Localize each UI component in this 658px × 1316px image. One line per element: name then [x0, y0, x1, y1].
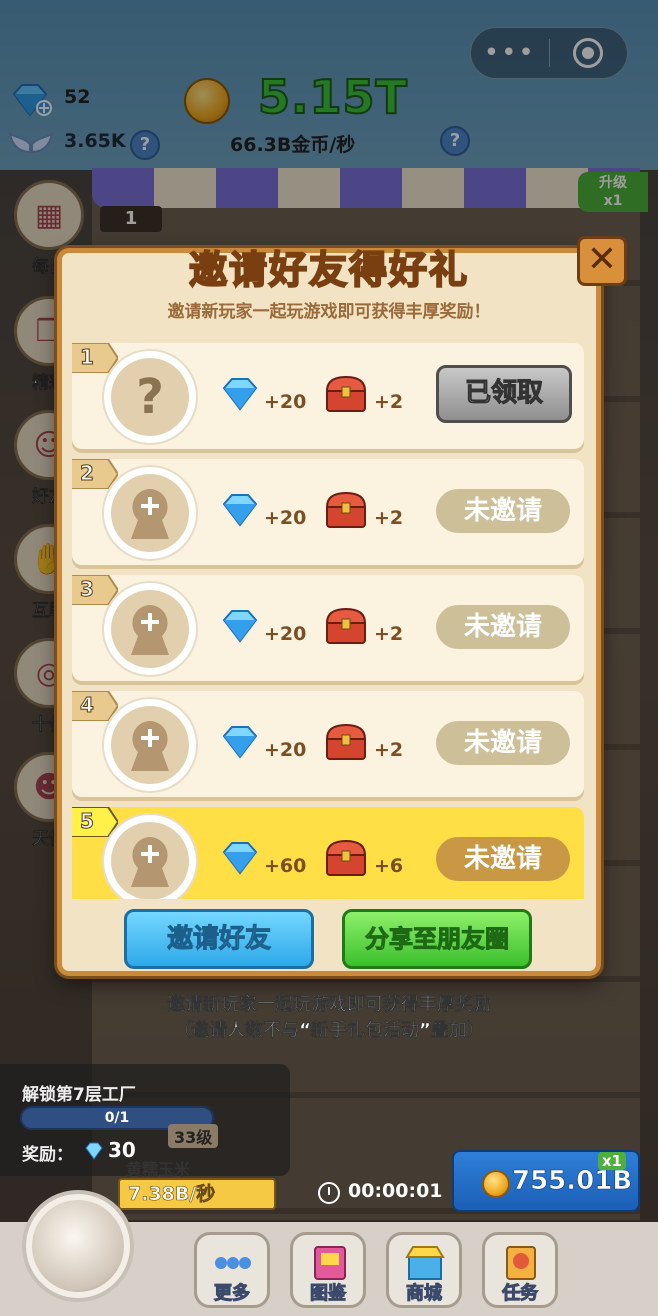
invite-friends-modal: 邀请好友得好礼 邀请新玩家一起玩游戏即可获得丰厚奖励！ 1 ? +20 +2 已…: [57, 247, 601, 976]
add-person-icon: [111, 474, 189, 552]
nav-collection-button[interactable]: 图鉴: [290, 1232, 366, 1308]
friend-avatar-slot: [102, 581, 198, 677]
gem-reward: +20: [264, 507, 307, 529]
treasure-chest-icon: [325, 491, 367, 528]
nav-more-button[interactable]: 更多: [194, 1232, 270, 1308]
not-invited-button[interactable]: 未邀请: [436, 837, 570, 881]
task-icon: [506, 1246, 536, 1280]
unlock-reward-label: 奖励：: [22, 1145, 73, 1165]
not-invited-button[interactable]: 未邀请: [436, 721, 570, 765]
diamond-icon: [85, 1142, 103, 1160]
friend-avatar-slot: [102, 813, 198, 899]
friend-avatar-slot: [102, 697, 198, 793]
invite-row-2: 2 +20 +2 未邀请: [72, 459, 584, 565]
modal-subtitle: 邀请新玩家一起玩游戏即可获得丰厚奖励！: [167, 302, 491, 322]
shop-icon: [405, 1246, 445, 1280]
unlock-title: 解锁第7层工厂: [22, 1085, 136, 1105]
gem-reward: +20: [264, 739, 307, 761]
not-invited-button[interactable]: 未邀请: [436, 605, 570, 649]
treasure-chest-icon: [325, 607, 367, 644]
row-number: 2: [80, 461, 95, 486]
invite-reward-list[interactable]: 1 ? +20 +2 已领取 2 +20 +2 未邀请 3 +20 +2 未邀请…: [72, 343, 584, 899]
invite-row-4: 4 +20 +2 未邀请: [72, 691, 584, 797]
add-person-icon: [111, 590, 189, 668]
treasure-chest-icon: [325, 839, 367, 876]
book-icon: [314, 1246, 346, 1280]
gold-coin-icon: [482, 1170, 510, 1198]
friend-avatar-slot: [102, 465, 198, 561]
gem-reward: +60: [264, 855, 307, 877]
production-timer: 00:00:01: [348, 1180, 443, 1202]
gem-reward: +20: [264, 391, 307, 413]
share-to-moments-button[interactable]: 分享至朋友圈: [342, 909, 532, 969]
diamond-icon: [222, 842, 258, 875]
invite-note: 邀请新玩家一起玩游戏即可获得丰厚奖励: [167, 994, 492, 1016]
production-level: 33级: [168, 1124, 219, 1148]
diamond-icon: [222, 610, 258, 643]
diamond-icon: [222, 494, 258, 527]
row-number: 5: [80, 809, 95, 834]
chest-reward: +2: [374, 507, 404, 529]
nav-label: 更多: [214, 1283, 251, 1305]
collect-value: 755.01B: [512, 1166, 633, 1197]
more-icon: [215, 1257, 251, 1269]
invite-disclaimer: （邀请人数不与“新手礼包活动”叠加）: [173, 1020, 485, 1042]
add-person-icon: [111, 706, 189, 784]
row-number: 4: [80, 693, 95, 718]
claimed-button[interactable]: 已领取: [436, 365, 572, 423]
invite-row-1: 1 ? +20 +2 已领取: [72, 343, 584, 449]
row-number: 1: [80, 345, 95, 370]
row-number: 3: [80, 577, 95, 602]
nav-label: 商城: [406, 1283, 443, 1305]
diamond-icon: [222, 378, 258, 411]
question-mark-icon: ?: [111, 358, 189, 436]
chest-reward: +6: [374, 855, 404, 877]
diamond-icon: [222, 726, 258, 759]
invite-row-5: 5 +60 +6 未邀请: [72, 807, 584, 899]
product-name: 黄糯玉米: [126, 1160, 191, 1179]
chest-reward: +2: [374, 739, 404, 761]
nav-tasks-button[interactable]: 任务: [482, 1232, 558, 1308]
friend-avatar-slot: ?: [102, 349, 198, 445]
nav-label: 图鉴: [310, 1283, 347, 1305]
cat-avatar-image: [32, 1200, 124, 1292]
production-rate: 7.38B/秒: [118, 1178, 276, 1210]
gem-reward: +20: [264, 623, 307, 645]
close-icon[interactable]: ✕: [577, 236, 627, 286]
add-person-icon: [111, 822, 189, 899]
chest-reward: +2: [374, 391, 404, 413]
collect-multiplier: x1: [598, 1152, 627, 1170]
chest-reward: +2: [374, 623, 404, 645]
treasure-chest-icon: [325, 723, 367, 760]
invite-friends-button[interactable]: 邀请好友: [124, 909, 314, 969]
invite-row-3: 3 +20 +2 未邀请: [72, 575, 584, 681]
treasure-chest-icon: [325, 375, 367, 412]
nav-shop-button[interactable]: 商城: [386, 1232, 462, 1308]
player-avatar[interactable]: [22, 1190, 134, 1302]
nav-label: 任务: [502, 1283, 539, 1305]
modal-title: 邀请好友得好礼: [188, 247, 469, 293]
not-invited-button[interactable]: 未邀请: [436, 489, 570, 533]
clock-icon: [318, 1182, 340, 1204]
